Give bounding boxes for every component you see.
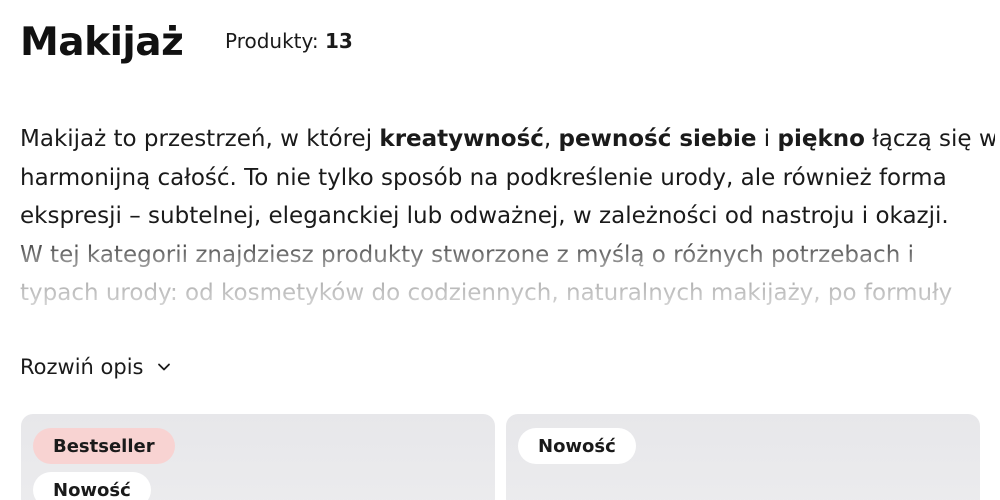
description-line: W tej kategorii znajdziesz produkty stwo…: [20, 236, 995, 275]
description-segment: Makijaż to przestrzeń, w której: [20, 126, 380, 152]
description-segment: ekspresji – subtelnej, eleganckiej lub o…: [20, 203, 949, 229]
description-line: harmonijną całość. To nie tylko sposób n…: [20, 159, 995, 198]
new-badge: Nowość: [33, 472, 151, 500]
products-count-value: 13: [325, 29, 353, 53]
description-segment: typach urody: od kosmetyków do codzienny…: [20, 280, 953, 306]
description-emphasis: pewność siebie: [558, 126, 757, 152]
description-emphasis: piękno: [777, 126, 865, 152]
product-card[interactable]: Bestseller Nowość: [21, 414, 495, 500]
description-emphasis: kreatywność: [379, 126, 544, 152]
expand-description-button[interactable]: Rozwiń opis: [20, 350, 171, 384]
bestseller-badge: Bestseller: [33, 428, 175, 464]
chevron-down-icon: [157, 360, 171, 374]
description-line: typach urody: od kosmetyków do codzienny…: [20, 274, 995, 310]
description-segment: W tej kategorii znajdziesz produkty stwo…: [20, 241, 914, 268]
page-header: Makijaż: [20, 14, 184, 70]
description-segment: ,: [543, 126, 559, 152]
products-count-label: Produkty:: [225, 29, 319, 53]
products-count: Produkty: 13: [225, 29, 353, 53]
category-description: Makijaż to przestrzeń, w której kreatywn…: [20, 120, 995, 310]
description-segment: i: [756, 126, 778, 152]
description-segment: harmonijną całość. To nie tylko sposób n…: [20, 164, 947, 191]
page-title: Makijaż: [20, 19, 184, 65]
product-card[interactable]: Nowość: [506, 414, 980, 500]
description-segment: łączą się w: [864, 126, 995, 152]
description-text: Makijaż to przestrzeń, w której kreatywn…: [20, 120, 995, 310]
description-line: ekspresji – subtelnej, eleganckiej lub o…: [20, 197, 995, 236]
new-badge: Nowość: [518, 428, 636, 464]
description-line: Makijaż to przestrzeń, w której kreatywn…: [20, 120, 995, 159]
expand-description-label: Rozwiń opis: [20, 355, 144, 379]
